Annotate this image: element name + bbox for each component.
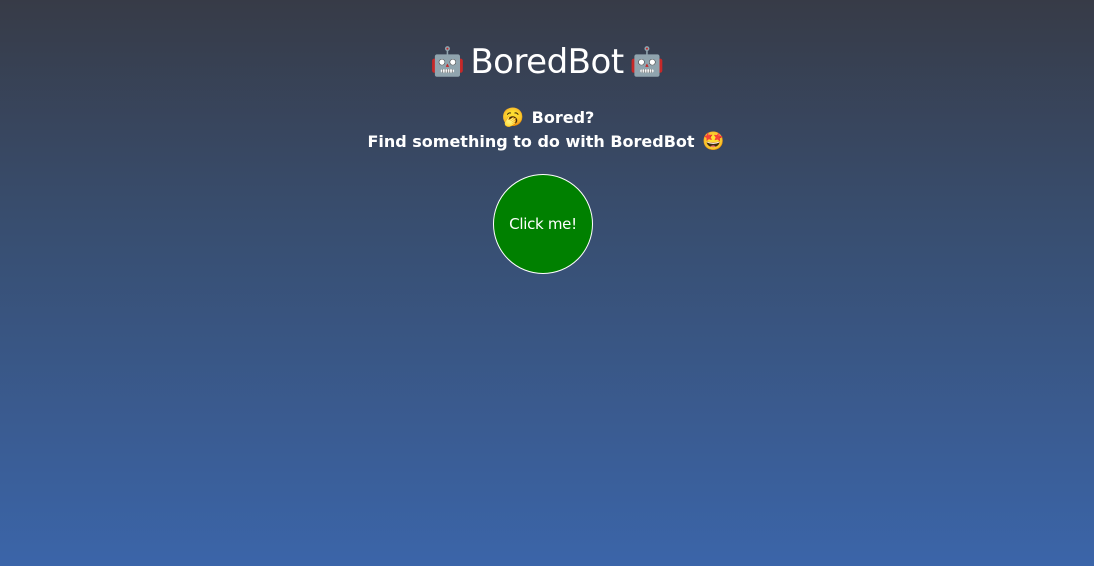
tagline: 🥱 Bored? Find something to do with Bored… [0, 106, 1094, 154]
star-struck-icon: 🤩 [702, 131, 725, 152]
robot-face-icon: 🤖 [629, 44, 665, 78]
app-name: BoredBot [470, 41, 624, 82]
click-me-button[interactable]: Click me! [493, 174, 593, 274]
yawning-face-icon: 🥱 [501, 107, 525, 128]
robot-face-icon: 🤖 [429, 44, 465, 78]
tagline-question: Bored? [531, 108, 595, 127]
tagline-line-1: 🥱 Bored? [0, 106, 1094, 130]
tagline-line-2: Find something to do with BoredBot 🤩 [0, 130, 1094, 154]
page-title: 🤖 BoredBot 🤖 [0, 39, 1094, 85]
tagline-text: Find something to do with BoredBot [367, 132, 695, 151]
